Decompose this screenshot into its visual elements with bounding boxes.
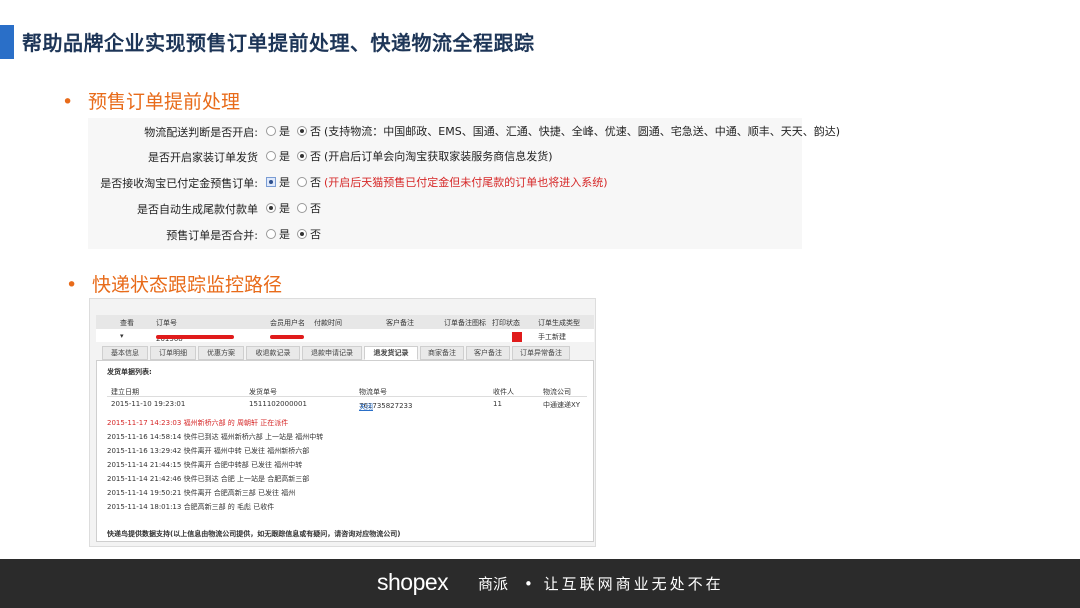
tracking-event: 2015-11-16 14:58:14 快件已到达 福州新桥六部 上一站是 福州… [107, 433, 324, 441]
carrier: 中通速递XY [543, 401, 581, 409]
col-carrier: 物流公司 [543, 388, 571, 396]
col-order-no: 订单号 [156, 319, 177, 327]
setting-note: (开启后订单会向淘宝获取家装服务商信息发货) [324, 150, 553, 163]
brand-cn: 商派 [478, 575, 509, 593]
expand-icon[interactable]: ▾ [120, 332, 124, 340]
tab-promo[interactable]: 优惠方案 [198, 346, 244, 360]
tracking-event: 2015-11-17 14:23:03 福州新桥六部 的 周朝轩 正在派件 [107, 419, 289, 427]
tab-shipping-record[interactable]: 退发货记录 [364, 346, 418, 360]
col-member: 会员用户名 [270, 319, 305, 327]
bullet-tracking: • 快递状态跟踪监控路径 [66, 270, 282, 297]
created-date: 2015-11-10 19:23:01 [111, 400, 186, 408]
setting-label: 是否接收淘宝已付定金预售订单: [100, 177, 258, 190]
col-tracking-no: 物流单号 [359, 388, 387, 396]
tab-customer-note[interactable]: 客户备注 [466, 346, 510, 360]
col-print-status: 打印状态 [492, 319, 520, 327]
slide-title: 帮助品牌企业实现预售订单提前处理、快递物流全程跟踪 [22, 31, 535, 55]
radio-yes[interactable] [266, 151, 276, 161]
setting-row-final-payment: 是否自动生成尾款付款单 是 否 [88, 197, 802, 219]
title-accent-bar [0, 25, 14, 59]
tracking-event: 2015-11-16 13:29:42 快件离开 福州中转 已发往 福州新桥六部 [107, 447, 310, 455]
setting-note: (支持物流：中国邮政、EMS、国通、汇通、快捷、全峰、优速、圆通、宅急送、中通、… [324, 125, 841, 138]
radio-no-label: 否 [310, 228, 321, 241]
radio-no[interactable] [297, 126, 307, 136]
tab-basic[interactable]: 基本信息 [102, 346, 148, 360]
order-detail-tabs: 基本信息 订单明细 优惠方案 收退款记录 退款申请记录 退发货记录 商家备注 客… [96, 346, 594, 360]
tracking-screenshot-panel: 查看 订单号 会员用户名 付款时间 客户备注 订单备注图标 打印状态 订单生成类… [89, 298, 596, 547]
setting-note: (开启后天猫预售已付定金但未付尾款的订单也将进入系统) [324, 176, 608, 189]
data-source-note: 快递鸟提供数据支持(以上信息由物流公司提供，如无跟踪信息或有疑问，请咨询对应物流… [107, 530, 401, 538]
radio-no-label: 否 [310, 125, 321, 138]
radio-no-label: 否 [310, 202, 321, 215]
setting-row-presale-deposit: 是否接收淘宝已付定金预售订单: 是 否 (开启后天猫预售已付定金但未付尾款的订单… [88, 171, 802, 193]
tracking-link[interactable]: 关闭 [359, 402, 373, 412]
tab-merchant-note[interactable]: 商家备注 [420, 346, 464, 360]
ship-no: 1511102000001 [249, 400, 307, 408]
brand-logo: shopex [377, 569, 449, 595]
setting-label: 预售订单是否合并: [166, 229, 258, 242]
recipient: 11 [493, 400, 502, 408]
col-customer-note: 客户备注 [386, 319, 414, 327]
radio-yes-label: 是 [279, 150, 290, 163]
presale-settings-panel: 物流配送判断是否开启: 是 否 (支持物流：中国邮政、EMS、国通、汇通、快捷、… [88, 118, 840, 249]
radio-yes[interactable] [266, 203, 276, 213]
order-row[interactable]: ▾ 201508 手工新建 [96, 329, 594, 343]
radio-no[interactable] [297, 203, 307, 213]
radio-yes-label: 是 [279, 125, 290, 138]
tab-items[interactable]: 订单明细 [150, 346, 196, 360]
bullet-text: 预售订单提前处理 [88, 91, 241, 113]
tab-refund-record[interactable]: 收退款记录 [246, 346, 300, 360]
col-recipient: 收件人 [493, 388, 514, 396]
order-grid-header: 查看 订单号 会员用户名 付款时间 客户备注 订单备注图标 打印状态 订单生成类… [96, 315, 594, 329]
radio-no-label: 否 [310, 176, 321, 189]
col-note-icon: 订单备注图标 [444, 319, 486, 327]
radio-no[interactable] [297, 151, 307, 161]
radio-yes[interactable] [266, 229, 276, 239]
redaction-mark [270, 335, 304, 339]
col-pay-time: 付款时间 [314, 319, 342, 327]
tab-exception-note[interactable]: 订单异常备注 [512, 346, 570, 360]
tracking-event: 2015-11-14 18:01:13 合肥高新三部 的 毛彪 已收件 [107, 503, 275, 511]
redaction-mark [156, 335, 234, 339]
radio-no[interactable] [297, 177, 307, 187]
bullet-presale: • 预售订单提前处理 [62, 87, 240, 114]
radio-yes[interactable] [266, 177, 276, 187]
tracking-event: 2015-11-14 19:50:21 快件离开 合肥高新三部 已发往 福州 [107, 489, 296, 497]
radio-no[interactable] [297, 229, 307, 239]
bullet-dot: • [62, 91, 74, 113]
tab-refund-apply[interactable]: 退款申请记录 [302, 346, 362, 360]
setting-row-merge: 预售订单是否合并: 是 否 [88, 223, 802, 245]
bullet-dot: • [66, 274, 78, 296]
setting-row-home-delivery: 是否开启家装订单发货 是 否 (开启后订单会向淘宝获取家装服务商信息发货) [88, 145, 802, 167]
col-created: 建立日期 [111, 388, 139, 396]
col-ship-no: 发货单号 [249, 388, 277, 396]
setting-label: 是否开启家装订单发货 [148, 151, 258, 164]
slide: 帮助品牌企业实现预售订单提前处理、快递物流全程跟踪 • 预售订单提前处理 物流配送… [0, 0, 1080, 608]
radio-no-label: 否 [310, 150, 321, 163]
radio-yes[interactable] [266, 126, 276, 136]
bullet-text: 快递状态跟踪监控路径 [92, 274, 283, 296]
shipping-table-header: 建立日期 发货单号 物流单号 收件人 物流公司 [107, 385, 587, 397]
setting-label: 物流配送判断是否开启: [144, 126, 258, 139]
shipping-content: 发货单据列表: 建立日期 发货单号 物流单号 收件人 物流公司 2015-11-… [96, 360, 594, 542]
radio-yes-label: 是 [279, 228, 290, 241]
gen-type: 手工新建 [538, 333, 566, 341]
print-flag-icon [512, 332, 522, 342]
shipping-table-row: 2015-11-10 19:23:01 1511102000001 761735… [111, 400, 581, 412]
col-view: 查看 [120, 319, 134, 327]
col-gen-type: 订单生成类型 [538, 319, 580, 327]
setting-label: 是否自动生成尾款付款单 [137, 203, 258, 216]
section-title: 发货单据列表: [107, 368, 152, 376]
radio-yes-label: 是 [279, 202, 290, 215]
setting-row-logistics: 物流配送判断是否开启: 是 否 (支持物流：中国邮政、EMS、国通、汇通、快捷、… [88, 120, 840, 142]
radio-yes-label: 是 [279, 176, 290, 189]
footer-bar: shopex 商派 • 让互联网商业无处不在 [0, 559, 1080, 608]
slogan: • 让互联网商业无处不在 [524, 575, 724, 593]
tracking-event: 2015-11-14 21:44:15 快件离开 合肥中转部 已发往 福州中转 [107, 461, 303, 469]
tracking-event: 2015-11-14 21:42:46 快件已到达 合肥 上一站是 合肥高新三部 [107, 475, 310, 483]
